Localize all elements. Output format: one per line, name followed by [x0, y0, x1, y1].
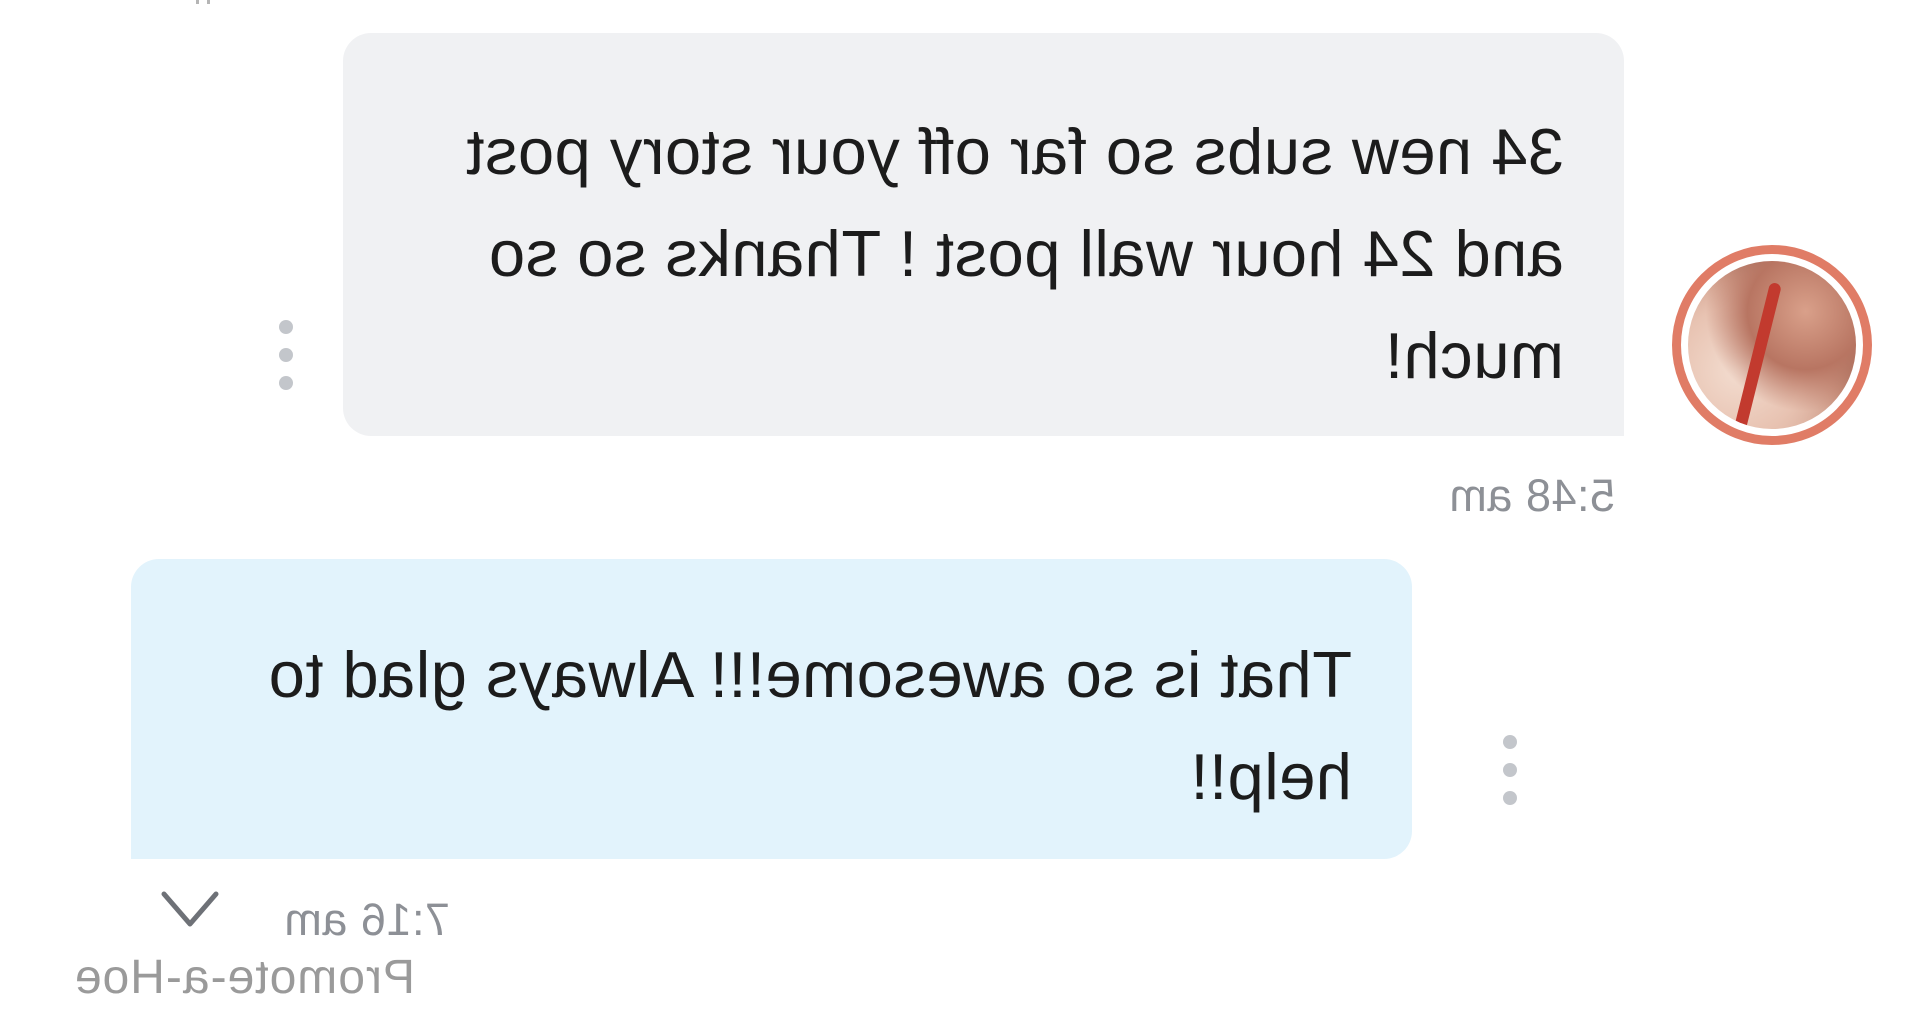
chat-screen: 34 new subs so far off your story post a…	[0, 0, 1920, 1013]
avatar[interactable]	[1672, 245, 1872, 445]
outgoing-timestamp: 7:16 am	[283, 894, 450, 945]
incoming-message-bubble[interactable]: 34 new subs so far off your story post a…	[343, 33, 1624, 436]
outgoing-message-bubble[interactable]: That is so awesome!!! Always glad to hel…	[131, 559, 1412, 859]
incoming-message-text: 34 new subs so far off your story post a…	[465, 115, 1564, 392]
outgoing-message-text: That is so awesome!!! Always glad to hel…	[268, 638, 1352, 813]
message-options-icon[interactable]	[276, 320, 296, 390]
message-options-icon[interactable]	[1500, 735, 1520, 805]
watermark: Promote-a-Hoe	[73, 951, 415, 1004]
avatar-photo	[1688, 261, 1856, 429]
chevron-down-icon[interactable]	[160, 880, 220, 940]
incoming-timestamp: 5:48 am	[1448, 470, 1615, 521]
top-edge-mark	[196, 0, 210, 4]
